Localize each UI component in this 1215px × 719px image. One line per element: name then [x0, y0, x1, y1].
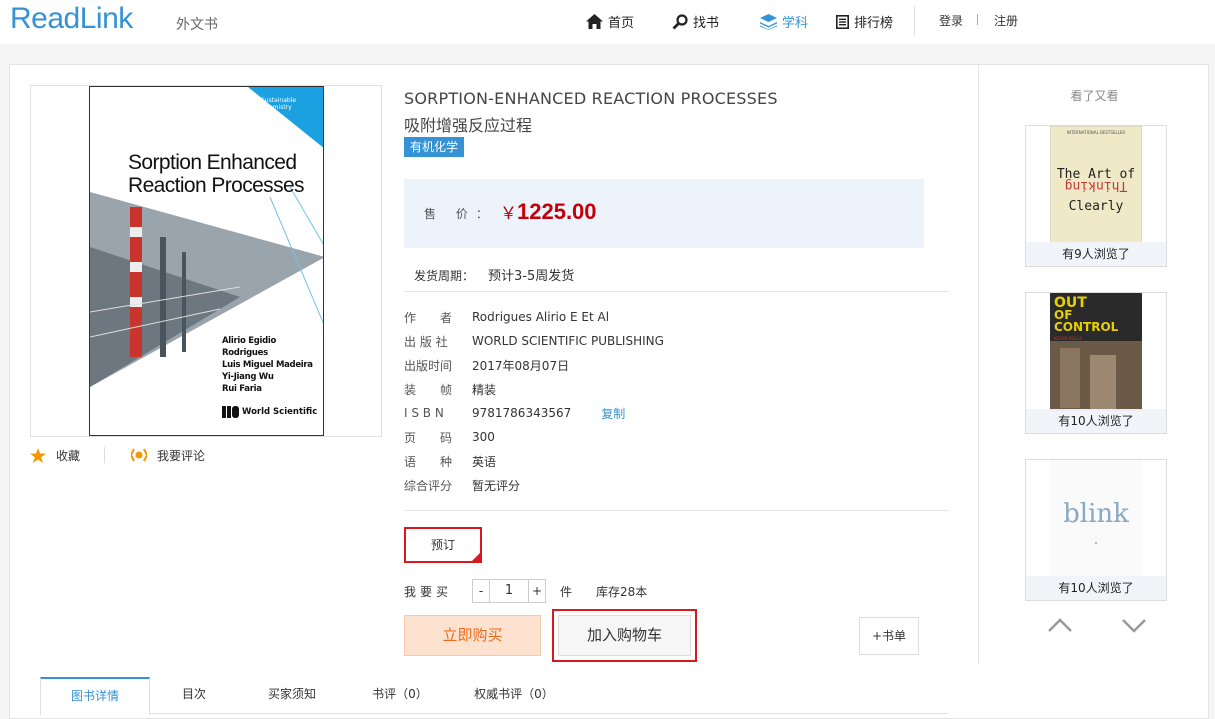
shipping-info: 发货周期： 预计3-5周发货: [414, 265, 574, 284]
recommended-book[interactable]: INTERNATIONAL BESTSELLER The Art of Thin…: [1025, 125, 1167, 267]
cover-frame: Sustainable Chemistry Series Volume 1 So…: [30, 85, 382, 437]
cover-series: Sustainable Chemistry Series Volume 1: [261, 97, 297, 125]
tab-book-details[interactable]: 图书详情: [40, 677, 150, 715]
quantity-input[interactable]: 1: [489, 580, 529, 602]
view-count: 有9人浏览了: [1026, 242, 1166, 266]
quantity-row: 我要买 - 1 + 件 库存28本: [404, 579, 647, 603]
svg-text:Thinking: Thinking: [1065, 178, 1128, 193]
login-link[interactable]: 登录: [939, 12, 963, 29]
tab-contents[interactable]: 目次: [150, 677, 238, 715]
buy-now-button[interactable]: 立即购买: [404, 615, 541, 656]
nav-subject[interactable]: 学科: [760, 12, 808, 31]
quantity-label: 我要买: [404, 584, 453, 599]
quantity-unit: 件: [560, 584, 573, 599]
attr-binding: 装 帧精装: [404, 382, 497, 397]
write-review-button[interactable]: 我要评论: [157, 447, 205, 464]
cover-title: Sorption Enhanced Reaction Processes: [128, 151, 305, 197]
cover-authors: Alirio Egidio Rodrigues Luis Miguel Made…: [222, 336, 313, 394]
shipping-value: 预计3-5周发货: [488, 269, 575, 284]
favorite-button[interactable]: 收藏: [56, 447, 80, 464]
attr-author: 作 者 Rodrigues Alirio E Et Al: [404, 310, 610, 325]
carousel-arrows: [1047, 617, 1195, 633]
price-box: 售 价： ￥1225.00: [404, 179, 924, 248]
recommended-cover: blink *: [1050, 460, 1142, 578]
recommended-book[interactable]: blink * 有10人浏览了: [1025, 459, 1167, 601]
book-attributes: 作 者 Rodrigues Alirio E Et Al 出 版 社 WORLD S…: [404, 305, 664, 497]
site-header: ReadLink 外文书 首页 找书 学科 排行榜 登录 注册: [0, 0, 1215, 44]
quantity-minus-button[interactable]: -: [473, 580, 489, 602]
nav-ranking[interactable]: 排行榜: [836, 12, 893, 31]
quantity-stepper: - 1 +: [472, 579, 546, 603]
also-viewed-sidebar: 看了又看 INTERNATIONAL BESTSELLER The Art of…: [978, 65, 1209, 665]
add-to-booklist-button[interactable]: +书单: [859, 617, 919, 655]
site-logo[interactable]: ReadLink: [10, 2, 133, 36]
svg-text:*: *: [1095, 541, 1098, 548]
sidebar-title: 看了又看: [1070, 89, 1119, 103]
register-link[interactable]: 注册: [994, 12, 1018, 29]
cover-publisher: World Scientific: [222, 405, 317, 419]
chevron-down-icon[interactable]: [1121, 617, 1147, 633]
nav-subject-label: 学科: [782, 16, 809, 31]
preorder-option[interactable]: 预订: [404, 527, 482, 563]
auth-separator: [977, 14, 978, 25]
attr-rating: 综合评分 暂无评分: [404, 478, 521, 493]
star-icon: [30, 447, 46, 463]
attr-publisher: 出 版 社 WORLD SCIENTIFIC PUBLISHING: [404, 334, 664, 349]
selected-corner-icon: [470, 551, 482, 563]
detail-tabs: 图书详情 目次 买家须知 书评（0） 权威书评（0）: [40, 677, 574, 715]
header-divider: [914, 6, 915, 36]
stock-count: 库存28本: [596, 584, 648, 599]
book-cover[interactable]: Sustainable Chemistry Series Volume 1 So…: [89, 86, 324, 436]
quantity-plus-button[interactable]: +: [529, 580, 545, 602]
svg-text:Clearly: Clearly: [1069, 199, 1124, 214]
nav-ranking-label: 排行榜: [854, 16, 894, 31]
attr-isbn: I S B N 9781786343567 复制: [404, 405, 626, 422]
attr-language: 语 种英语: [404, 454, 497, 469]
recommended-cover: INTERNATIONAL BESTSELLER The Art of Thin…: [1050, 126, 1142, 244]
divider-line: [404, 510, 949, 511]
action-divider: [104, 447, 106, 463]
attr-publish-date: 出版时间 2017年08月07日: [404, 358, 570, 373]
svg-text:KEVIN KELLY: KEVIN KELLY: [1054, 336, 1082, 342]
tab-underline: [150, 713, 948, 714]
add-to-cart-button[interactable]: 加入购物车: [558, 615, 691, 656]
recommended-cover: OUT OF CONTROL KEVIN KELLY: [1050, 293, 1142, 411]
tab-expert-reviews[interactable]: 权威书评（0）: [454, 677, 574, 715]
home-icon: [586, 14, 603, 29]
view-count: 有10人浏览了: [1026, 576, 1166, 600]
product-panel: Sustainable Chemistry Series Volume 1 So…: [9, 64, 1209, 719]
chevron-up-icon[interactable]: [1047, 617, 1073, 633]
svg-text:blink: blink: [1063, 499, 1129, 529]
copy-isbn-link[interactable]: 复制: [601, 405, 625, 422]
tab-buyer-notice[interactable]: 买家须知: [238, 677, 346, 715]
list-icon: [836, 14, 849, 29]
book-title-cn: 吸附增强反应过程: [404, 116, 533, 135]
search-icon: [672, 13, 688, 29]
logo-subtitle: 外文书: [176, 17, 218, 33]
add-cart-highlight: 加入购物车: [552, 609, 697, 662]
comment-icon: [131, 448, 148, 462]
action-row: 收藏 我要评论: [30, 445, 205, 465]
recommended-book[interactable]: OUT OF CONTROL KEVIN KELLY 有10人浏览了: [1025, 292, 1167, 434]
price-value: ￥1225.00: [500, 199, 597, 224]
price-label: 售 价：: [424, 207, 496, 221]
nav-find-book[interactable]: 找书: [672, 12, 719, 31]
attr-pages: 页 码 300: [404, 430, 495, 445]
svg-text:INTERNATIONAL BESTSELLER: INTERNATIONAL BESTSELLER: [1067, 130, 1126, 135]
view-count: 有10人浏览了: [1026, 409, 1166, 433]
divider-line: [404, 291, 949, 292]
nav-home-label: 首页: [608, 16, 635, 31]
subject-tag[interactable]: 有机化学: [404, 137, 465, 157]
nav-find-label: 找书: [693, 16, 720, 31]
shipping-label: 发货周期：: [414, 269, 475, 283]
nav-home[interactable]: 首页: [586, 12, 634, 31]
layers-icon: [760, 13, 777, 30]
svg-text:CONTROL: CONTROL: [1054, 320, 1119, 334]
tab-reviews[interactable]: 书评（0）: [346, 677, 454, 715]
publisher-logo-icon: [222, 406, 239, 418]
book-title-en: SORPTION-ENHANCED REACTION PROCESSES: [404, 89, 778, 108]
